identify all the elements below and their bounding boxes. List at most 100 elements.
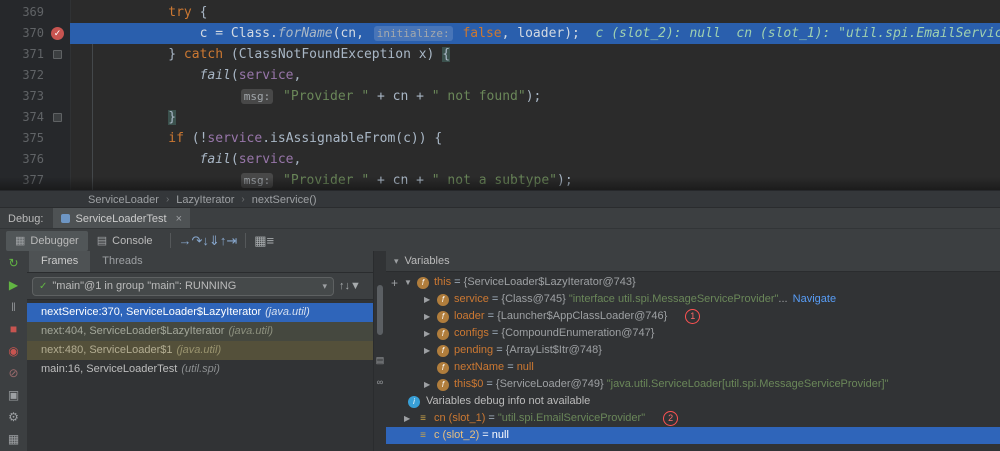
layout-settings-icon[interactable]: ≡ (267, 233, 275, 248)
code-text[interactable]: fail(service, (70, 149, 1000, 170)
frame-row[interactable]: next:480, ServiceLoader$1 (java.util) (27, 341, 373, 360)
mute-breakpoints-icon[interactable]: ⊘ (8, 366, 18, 380)
console-tab-label: Console (112, 234, 153, 247)
filter-icon[interactable]: ▼ (350, 280, 361, 292)
variable-value-ref: {CompoundEnumeration@747} (501, 327, 655, 339)
code-line[interactable]: 371 } catch (ClassNotFoundException x) { (0, 44, 1000, 65)
code-editor[interactable]: 369 try {370 ✓ c = Class.forName(cn, init… (0, 0, 1000, 190)
variable-row[interactable]: ▶ f service = {Class@745} "interface util.… (386, 291, 1000, 308)
gutter-icon-area[interactable] (44, 128, 70, 149)
settings-gear-icon[interactable]: ⚙ (8, 410, 19, 424)
info-row[interactable]: i Variables debug info not available (386, 393, 1000, 410)
breakpoint-icon[interactable]: ✓ (51, 27, 64, 40)
watches-icon[interactable]: ∞ (374, 377, 386, 387)
code-text[interactable]: if (!service.isAssignableFrom(c)) { (70, 128, 1000, 149)
scrollbar-thumb[interactable] (377, 285, 383, 335)
debug-toolwindow-header: Debug: ServiceLoaderTest × (0, 207, 1000, 229)
code-line[interactable]: 369 try { (0, 2, 1000, 23)
evaluate-expression-icon[interactable]: ▦ (254, 233, 266, 248)
variables-tree: + ▼ f this = {ServiceLoader$LazyIterator@7… (386, 272, 1000, 444)
resume-icon[interactable]: ▶ (9, 278, 18, 292)
frame-package: (util.spi) (181, 363, 220, 375)
variable-row[interactable]: ▼ f this = {ServiceLoader$LazyIterator@743… (386, 274, 1000, 291)
variable-row[interactable]: ▶ f loader = {Launcher$AppClassLoader@746}… (386, 308, 1000, 325)
expand-arrow-icon[interactable]: ▶ (424, 308, 437, 325)
tab-serviceloadertest[interactable]: ServiceLoaderTest × (53, 208, 191, 229)
line-number: 375 (22, 131, 44, 145)
force-step-into-icon[interactable]: ⇓ (209, 233, 220, 248)
variable-row[interactable]: ≡ c (slot_2) = null (386, 427, 1000, 444)
variable-value-string: "util.spi.EmailServiceProvider" (497, 412, 646, 424)
expand-arrow-icon[interactable]: ▶ (424, 376, 437, 393)
tab-frames[interactable]: Frames (29, 251, 91, 272)
show-execution-point-icon[interactable]: → (179, 233, 192, 248)
pause-icon[interactable]: ‖ (11, 300, 16, 314)
close-icon[interactable]: × (176, 213, 182, 225)
layout-grid-icon[interactable]: ▦ (8, 432, 19, 446)
gutter-icon-area[interactable] (44, 44, 70, 65)
restore-view-icon[interactable]: ▤ (374, 355, 386, 366)
expand-arrow-icon[interactable]: ▶ (424, 325, 437, 342)
frame-row[interactable]: main:16, ServiceLoaderTest (util.spi) (27, 360, 373, 379)
fold-marker-icon[interactable] (53, 113, 62, 122)
tab-console[interactable]: ▤ Console (88, 231, 162, 251)
breadcrumb-item[interactable]: LazyIterator (176, 194, 234, 206)
debugger-tab-label: Debugger (30, 234, 79, 247)
code-text[interactable]: } (70, 107, 1000, 128)
variable-name: loader (454, 310, 485, 322)
code-text[interactable]: c = Class.forName(cn, initialize: false,… (70, 23, 1000, 44)
code-text[interactable]: msg: "Provider " + cn + " not found"); (70, 86, 1000, 107)
thread-selector[interactable]: ✓ "main"@1 in group "main": RUNNING ▾ (32, 276, 334, 296)
panel-splitter[interactable]: ▤ ∞ (373, 251, 387, 451)
navigate-link[interactable]: Navigate (793, 291, 836, 308)
gutter-icon-area[interactable] (44, 86, 70, 107)
breadcrumb-item[interactable]: ServiceLoader (88, 194, 159, 206)
code-line[interactable]: 375 if (!service.isAssignableFrom(c)) { (0, 128, 1000, 149)
code-line[interactable]: 373 msg: "Provider " + cn + " not found"… (0, 86, 1000, 107)
stop-icon[interactable]: ■ (10, 322, 17, 336)
frame-list: nextService:370, ServiceLoader$LazyItera… (27, 300, 373, 379)
rerun-icon[interactable]: ↻ (8, 256, 18, 270)
variable-row[interactable]: ▶ f pending = {ArrayList$Itr@748} (386, 342, 1000, 359)
expand-arrow-icon[interactable]: ▶ (424, 291, 437, 308)
variable-row[interactable]: ▶ ≡ cn (slot_1) = "util.spi.EmailServicePr… (386, 410, 1000, 427)
code-line[interactable]: 372 fail(service, (0, 65, 1000, 86)
code-token: , (293, 152, 302, 167)
breadcrumb-item[interactable]: nextService() (252, 194, 317, 206)
tab-debugger[interactable]: ▦ Debugger (6, 230, 88, 251)
view-breakpoints-icon[interactable]: ◉ (8, 344, 18, 358)
variable-row[interactable]: ▶ f configs = {CompoundEnumeration@747} (386, 325, 1000, 342)
add-watch-icon[interactable]: + (391, 276, 398, 290)
camera-icon[interactable]: ▣ (8, 388, 19, 402)
code-line[interactable]: 370 ✓ c = Class.forName(cn, initialize: f… (0, 23, 1000, 44)
expand-arrow-icon[interactable]: ▶ (404, 410, 417, 427)
variable-value-ref: {ServiceLoader@749} (495, 378, 607, 390)
code-text[interactable]: } catch (ClassNotFoundException x) { (70, 44, 1000, 65)
variable-row[interactable]: ▶ f this$0 = {ServiceLoader@749} "java.uti… (386, 376, 1000, 393)
gutter-icon-area[interactable] (44, 2, 70, 23)
fold-marker-icon[interactable] (53, 50, 62, 59)
gutter-icon-area[interactable] (44, 107, 70, 128)
variable-row[interactable]: f nextName = null (386, 359, 1000, 376)
toolbar-separator (169, 233, 171, 248)
expand-arrow-icon[interactable]: ▶ (424, 342, 437, 359)
gutter-icon-area[interactable] (44, 65, 70, 86)
code-line[interactable]: 376 fail(service, (0, 149, 1000, 170)
frame-row[interactable]: next:404, ServiceLoader$LazyIterator (jav… (27, 322, 373, 341)
code-token: .isAssignableFrom(c)) { (262, 131, 443, 146)
param-icon: ≡ (420, 429, 426, 441)
gutter-icon-area[interactable] (44, 149, 70, 170)
equals-sign: = (488, 293, 502, 305)
code-text[interactable]: fail(service, (70, 65, 1000, 86)
code-text[interactable]: try { (70, 2, 1000, 23)
frame-row[interactable]: nextService:370, ServiceLoader$LazyItera… (27, 303, 373, 322)
gutter-icon-area[interactable]: ✓ (44, 23, 70, 44)
step-over-icon[interactable]: ↷ (192, 233, 203, 248)
code-line[interactable]: 374 } (0, 107, 1000, 128)
chevron-down-icon: ▾ (322, 280, 327, 291)
tab-threads[interactable]: Threads (90, 251, 154, 272)
expand-arrow-icon[interactable]: ▼ (404, 274, 417, 291)
run-to-cursor-icon[interactable]: ⇥ (226, 233, 237, 248)
